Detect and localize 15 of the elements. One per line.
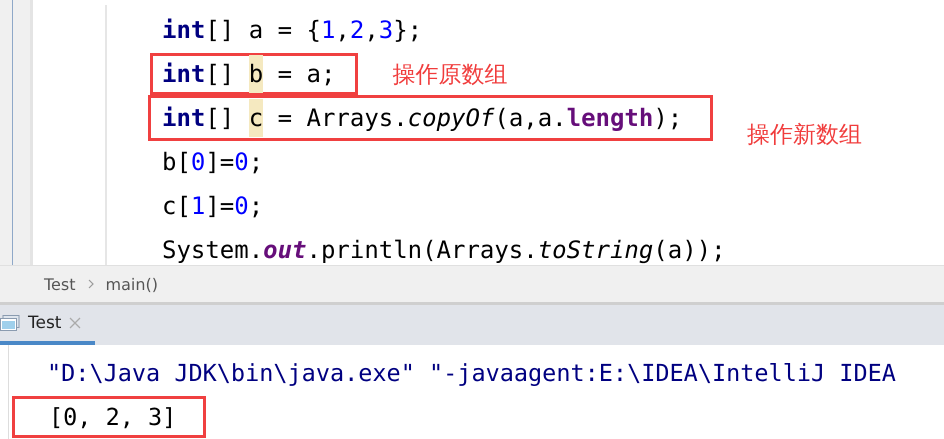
annotation-label: 操作新数组 bbox=[747, 120, 862, 150]
breadcrumb-item[interactable]: main() bbox=[106, 274, 158, 294]
console-line: "D:\Java JDK\bin\java.exe" "-javaagent:E:\IDEA\IntelliJ IDEA bbox=[46, 359, 896, 387]
console-line: [0, 2, 3] bbox=[49, 403, 176, 431]
code-line: System.out.println(Arrays.toString(a)); bbox=[162, 235, 726, 266]
code-line: int[] a = {1,2,3}; bbox=[162, 15, 422, 46]
code-line: int[] b = a; bbox=[162, 57, 336, 91]
annotation-label: 操作原数组 bbox=[392, 60, 508, 90]
code-line: b[0]=0; bbox=[162, 147, 264, 178]
code-line: int[] c = Arrays.copyOf(a,a.length); bbox=[162, 101, 682, 135]
breadcrumb-item[interactable]: Test bbox=[44, 274, 76, 294]
close-icon[interactable] bbox=[69, 317, 82, 329]
code-line: c[1]=0; bbox=[162, 191, 264, 222]
run-tab[interactable]: Test bbox=[0, 305, 96, 345]
chevron-icon bbox=[88, 279, 94, 289]
